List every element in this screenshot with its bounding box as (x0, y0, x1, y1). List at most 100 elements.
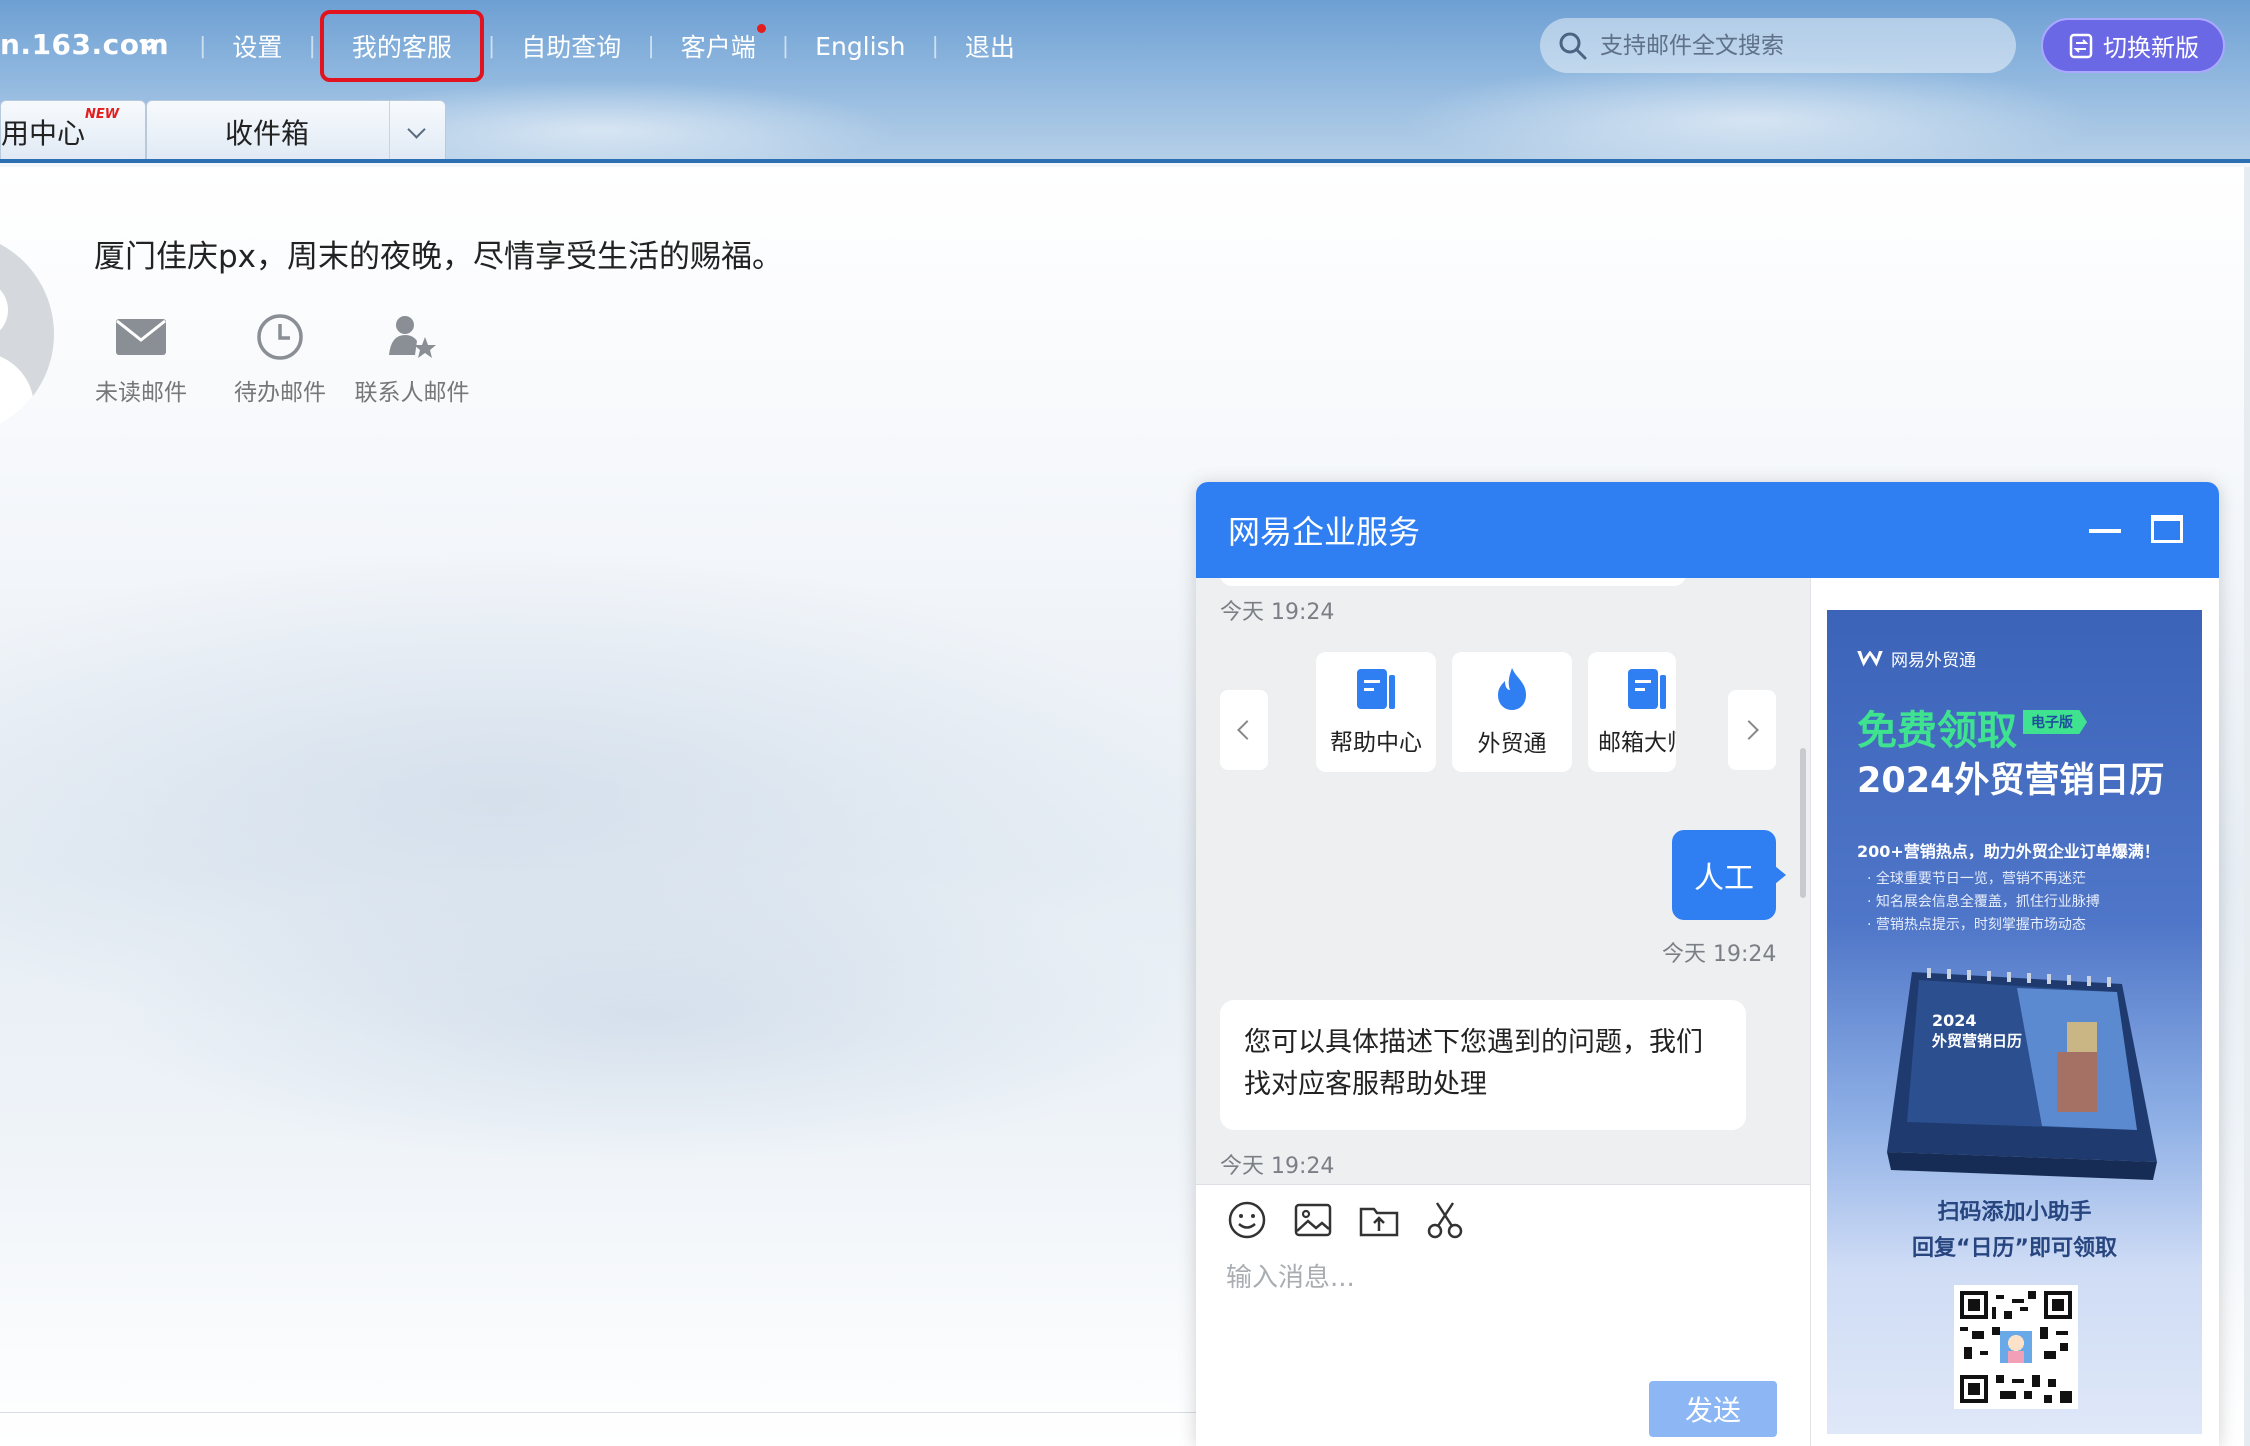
scissors-icon (1427, 1202, 1463, 1239)
flame-icon (1498, 668, 1526, 710)
promo-tag: 电子版 (2023, 710, 2087, 734)
promo-title: 2024外贸营销日历 (1857, 761, 2165, 801)
switch-new-version-button[interactable]: 切换新版 (2041, 18, 2225, 73)
desk-calendar-illustration: 2024 外贸营销日历 (1887, 968, 2157, 1180)
minimize-icon[interactable] (2089, 529, 2121, 533)
carousel-prev-button[interactable] (1220, 690, 1268, 770)
chevron-left-icon (1237, 720, 1257, 740)
conversation-scrollbar[interactable] (1800, 748, 1806, 898)
quick-link-label: 未读邮件 (95, 380, 187, 406)
promo-banner[interactable]: 网易外贸通 免费领取 电子版 2024外贸营销日历 200+营销热点，助力外贸企… (1827, 610, 2202, 1434)
chat-sidebar: 网易外贸通 免费领取 电子版 2024外贸营销日历 200+营销热点，助力外贸企… (1810, 578, 2219, 1446)
brand-logo-icon (1857, 650, 1883, 667)
nav-client-label: 客户端 (680, 33, 756, 62)
chat-header: 网易企业服务 (1196, 482, 2219, 578)
send-button[interactable]: 发送 (1649, 1381, 1777, 1437)
nav-settings-link[interactable]: 设置 (220, 28, 294, 64)
chevron-right-icon (1739, 720, 1759, 740)
quick-link-unread[interactable]: 未读邮件 (76, 307, 206, 407)
nav-self-service-link[interactable]: 自助查询 (509, 28, 633, 64)
promo-headline: 免费领取 (1857, 708, 2017, 754)
tab-app-center-label: 用中心 (1, 117, 86, 150)
contact-star-icon (389, 316, 436, 358)
bot-message-bubble: 您可以具体描述下您遇到的问题，我们找对应客服帮助处理 (1220, 1000, 1746, 1130)
promo-bullet: · 知名展会信息全覆盖，抓住行业脉搏 (1867, 894, 2100, 910)
background-cloud (100, 867, 1200, 1167)
service-card-label: 邮箱大师 (1598, 730, 1676, 756)
service-card-label: 帮助中心 (1330, 730, 1422, 756)
tab-dropdown-button[interactable] (389, 101, 445, 159)
search-icon (1559, 32, 1587, 59)
nav-separator: | (487, 33, 496, 59)
new-badge: NEW (85, 107, 120, 122)
nav-separator: | (199, 33, 207, 59)
tab-inbox-label: 收件箱 (225, 117, 310, 150)
notification-dot (756, 24, 766, 33)
maximize-icon[interactable] (2151, 515, 2183, 543)
nav-logout-link[interactable]: 退出 (953, 28, 1027, 64)
avatar[interactable] (0, 232, 54, 436)
screenshot-button[interactable] (1424, 1199, 1466, 1241)
switch-new-version-label: 切换新版 (2103, 34, 2199, 62)
avatar-body (0, 352, 34, 436)
emoji-icon (1228, 1201, 1266, 1239)
promo-bullet-text: 全球重要节日一览，营销不再迷茫 (1875, 871, 2086, 887)
chat-composer: 发送 (1196, 1184, 1810, 1446)
nav-separator: | (647, 33, 655, 59)
page-scrollbar[interactable] (2244, 167, 2250, 1446)
mail-search-box (1540, 18, 2016, 73)
nav-english-link[interactable]: English (803, 32, 917, 61)
nav-separator: | (308, 33, 316, 59)
book-icon (1628, 669, 1666, 709)
quick-link-todo[interactable]: 待办邮件 (215, 307, 345, 407)
image-button[interactable] (1292, 1199, 1334, 1241)
chat-conversation: 今天 19:24 帮助中心 外贸通 邮箱大师 (1196, 578, 1810, 1184)
search-input[interactable] (1600, 32, 2000, 59)
service-card-label: 外贸通 (1477, 731, 1547, 757)
promo-subtitle: 200+营销热点，助力外贸企业订单爆满！ (1857, 842, 2160, 861)
qr-code-image (1954, 1285, 2078, 1409)
avatar-head (0, 280, 8, 340)
file-upload-button[interactable] (1358, 1199, 1400, 1241)
nav-separator: | (781, 33, 790, 59)
quick-link-contacts[interactable]: 联系人邮件 (347, 307, 477, 407)
carousel-next-button[interactable] (1728, 690, 1776, 770)
promo-cta-line1: 扫码添加小助手 (1937, 1200, 2092, 1225)
promo-brand: 网易外贸通 (1857, 646, 1976, 671)
tab-strip: 用中心 NEW 收件箱 (0, 100, 446, 159)
switch-version-icon (2069, 33, 2093, 58)
top-header: n.163.com | 设置 | 我的客服 | 自助查询 | 客户端 | Eng… (0, 0, 2250, 163)
previous-message-bubble (1220, 578, 1686, 586)
envelope-icon (116, 319, 166, 355)
chat-message-input[interactable] (1226, 1257, 1786, 1367)
clock-icon (257, 314, 303, 360)
quick-link-label: 待办邮件 (234, 380, 326, 406)
send-button-label: 发送 (1684, 1394, 1741, 1427)
upload-icon (1359, 1207, 1399, 1237)
top-nav: | 设置 | 我的客服 | 自助查询 | 客户端 | English | 退出 (185, 10, 1027, 82)
chevron-down-icon (407, 120, 426, 139)
service-card-foreign-trade[interactable]: 外贸通 (1452, 652, 1572, 772)
customer-service-chat-window: 网易企业服务 今天 19:24 帮助中心 外贸通 邮箱大 人工 今天 19:24… (1196, 482, 2219, 1446)
message-timestamp: 今天 19:24 (1220, 600, 1335, 625)
message-timestamp: 今天 19:24 (1662, 942, 1777, 967)
nav-client-link[interactable]: 客户端 (669, 24, 768, 64)
quick-link-label: 联系人邮件 (354, 380, 470, 406)
header-cloud (1400, 60, 2100, 159)
nav-my-customer-service-link[interactable]: 我的客服 (319, 10, 484, 82)
service-card-help-center[interactable]: 帮助中心 (1316, 652, 1436, 772)
book-icon (1357, 669, 1395, 709)
promo-brand-name: 网易外贸通 (1891, 651, 1976, 671)
divider (0, 1412, 1196, 1413)
image-icon (1294, 1203, 1332, 1237)
mail-domain-selector[interactable]: n.163.com (0, 28, 169, 61)
service-card-mail-master[interactable]: 邮箱大师 (1588, 652, 1676, 772)
user-message-text: 人工 (1694, 861, 1754, 896)
promo-bullet-text: 营销热点提示，时刻掌握市场动态 (1875, 917, 2086, 933)
tab-app-center[interactable]: 用中心 NEW (0, 100, 146, 159)
message-timestamp: 今天 19:24 (1220, 1154, 1335, 1179)
emoji-button[interactable] (1226, 1199, 1268, 1241)
chat-title: 网易企业服务 (1228, 513, 1421, 551)
tab-inbox[interactable]: 收件箱 (146, 100, 446, 159)
qr-code-icon (1960, 1291, 2072, 1403)
